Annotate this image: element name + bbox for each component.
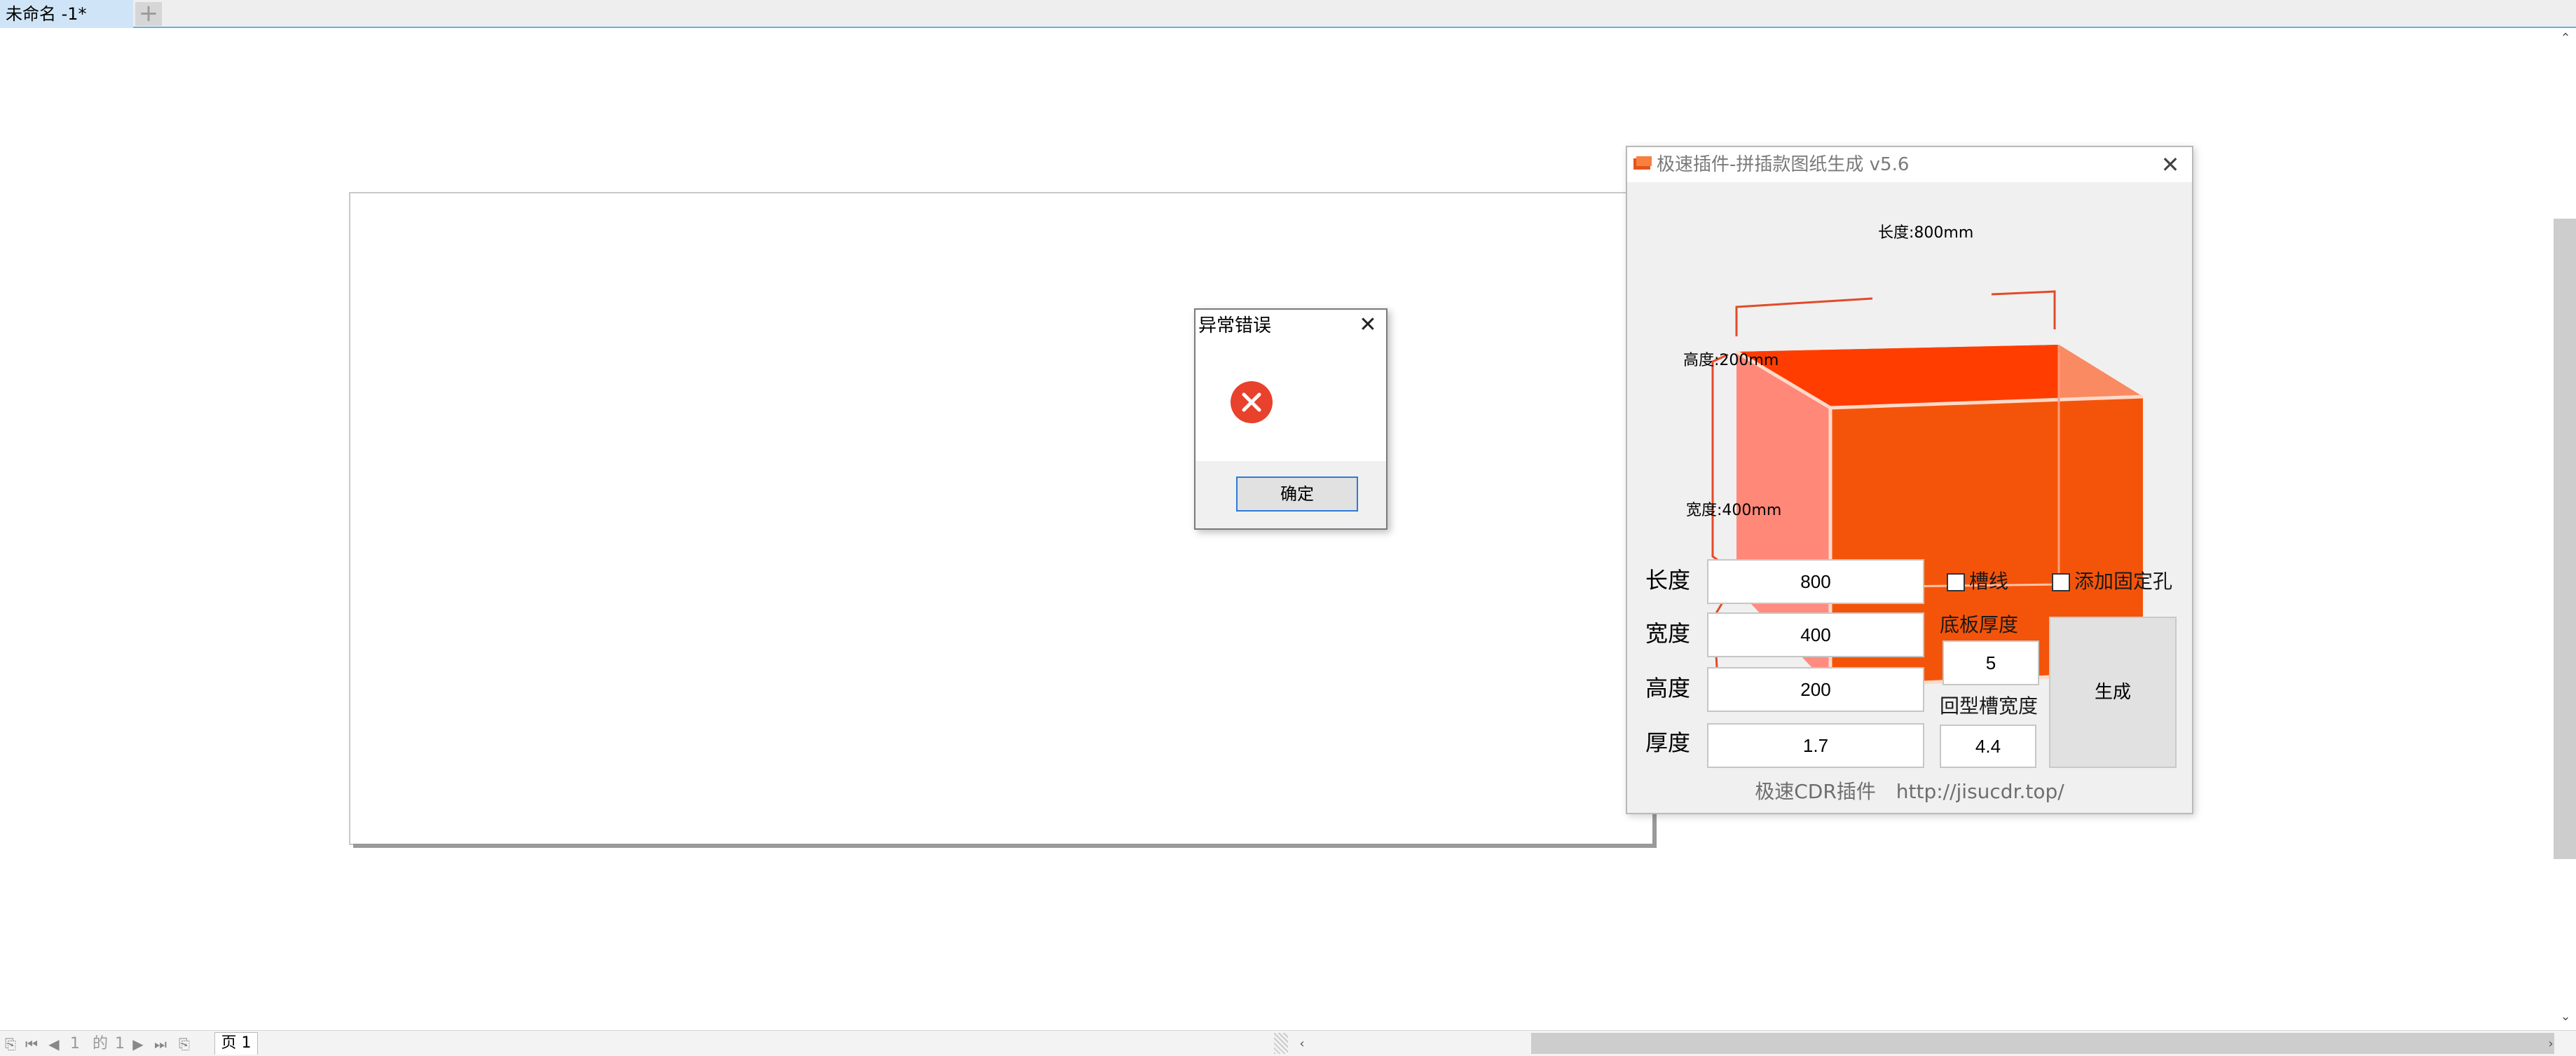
base-thickness-input[interactable] (1943, 640, 2039, 685)
width-input[interactable] (1707, 612, 1924, 657)
vertical-scrollbar-thumb[interactable] (2554, 219, 2576, 859)
groove-line-checkbox[interactable] (1947, 573, 1965, 591)
footer-url-link[interactable]: http://jisucdr.top/ (1896, 780, 2064, 803)
scrollbar-grip[interactable] (1274, 1033, 1288, 1054)
add-page-after-icon[interactable]: ⎘ (177, 1036, 192, 1052)
thickness-input[interactable] (1707, 723, 1924, 768)
scroll-left-arrow-icon[interactable]: ‹ (1294, 1036, 1310, 1052)
current-page-number: 1 (70, 1035, 80, 1052)
last-page-icon[interactable]: ⏭ (153, 1036, 168, 1052)
document-tab-strip (0, 0, 2576, 28)
base-thickness-label: 底板厚度 (1940, 613, 2019, 636)
error-icon (1231, 381, 1273, 423)
plugin-app-icon (1633, 156, 1652, 172)
slot-width-label: 回型槽宽度 (1940, 694, 2039, 718)
previous-page-icon[interactable]: ◀ (46, 1036, 62, 1052)
diagram-height-label: 高度:200mm (1683, 352, 1779, 369)
dialog-title: 异常错误 (1198, 315, 1272, 336)
generate-button[interactable]: 生成 (2049, 617, 2177, 768)
plugin-title: 极速插件-拼插款图纸生成 v5.6 (1657, 154, 1910, 175)
length-label: 长度 (1645, 567, 1691, 594)
error-dialog: 异常错误 ✕ 确定 (1194, 308, 1388, 530)
diagram-width-label: 宽度:400mm (1686, 502, 1782, 519)
height-input[interactable] (1707, 667, 1924, 712)
width-label: 宽度 (1645, 620, 1691, 647)
total-pages-number: 1 (115, 1035, 125, 1052)
document-tab[interactable]: 未命名 -1* (0, 0, 133, 28)
scroll-right-arrow-icon[interactable]: › (2542, 1036, 2559, 1052)
add-page-before-icon[interactable]: ⎘ (3, 1036, 18, 1052)
close-icon[interactable]: ✕ (1355, 313, 1381, 338)
next-page-icon[interactable]: ▶ (130, 1036, 146, 1052)
page-shadow (353, 844, 1657, 848)
add-fix-hole-label: 添加固定孔 (2074, 570, 2173, 593)
horizontal-scrollbar-thumb[interactable] (1531, 1033, 2554, 1054)
plugin-window: 极速插件-拼插款图纸生成 v5.6 ✕ 长度:800mm 高度:200mm 宽度… (1626, 146, 2193, 814)
footer-brand: 极速CDR插件 (1755, 780, 1876, 803)
diagram-length-label: 长度:800mm (1878, 224, 1974, 242)
new-tab-button[interactable]: + (135, 1, 162, 26)
page-of-label: 的 (93, 1035, 109, 1052)
close-icon[interactable]: ✕ (2157, 151, 2184, 178)
groove-line-label: 槽线 (1969, 570, 2009, 593)
page-tab-1[interactable]: 页 1 (214, 1032, 258, 1055)
scroll-down-arrow-icon[interactable]: ⌄ (2558, 1009, 2573, 1024)
first-page-icon[interactable]: ⏮ (24, 1036, 39, 1052)
length-input[interactable] (1707, 559, 1924, 604)
scroll-up-arrow-icon[interactable]: ⌃ (2558, 31, 2573, 46)
plugin-footer: 极速CDR插件 http://jisucdr.top/ (1627, 779, 2192, 804)
drawing-page[interactable] (349, 192, 1654, 845)
thickness-label: 厚度 (1645, 729, 1691, 756)
add-fix-hole-checkbox[interactable] (2052, 573, 2070, 591)
ok-button[interactable]: 确定 (1236, 476, 1358, 512)
height-label: 高度 (1645, 675, 1691, 701)
slot-width-input[interactable] (1940, 725, 2036, 768)
